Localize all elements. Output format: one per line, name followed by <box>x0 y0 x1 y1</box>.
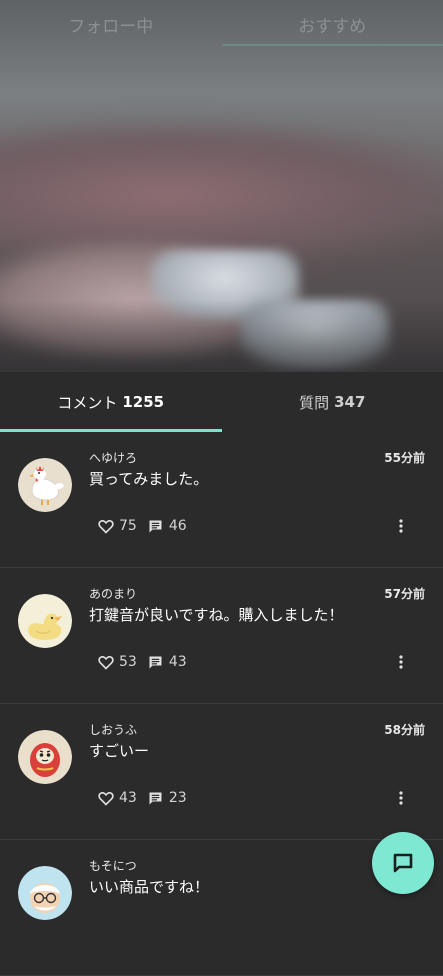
reply-count: 23 <box>169 790 187 806</box>
video-player[interactable]: フォロー中 おすすめ <box>0 0 443 372</box>
tab-comments[interactable]: コメント 1255 <box>0 372 222 432</box>
comment-time: 55分前 <box>384 449 425 466</box>
write-comment-button[interactable] <box>372 832 434 894</box>
like-count: 43 <box>119 790 137 806</box>
comment-username[interactable]: もそにつ <box>89 857 137 874</box>
comment-actions: 43 23 <box>97 788 197 808</box>
tab-questions-count: 347 <box>334 393 365 411</box>
comment-actions: 75 46 <box>97 516 197 536</box>
like-count: 53 <box>119 654 137 670</box>
avatar[interactable] <box>18 866 72 920</box>
avatar[interactable] <box>18 458 72 512</box>
comment-icon[interactable] <box>147 517 165 535</box>
tab-questions[interactable]: 質問 347 <box>222 372 443 432</box>
comment-icon[interactable] <box>147 653 165 671</box>
list-item: しおうふ 58分前 すごいー 43 23 <box>0 704 443 840</box>
rooster-avatar-icon <box>18 458 72 512</box>
comment-time: 57分前 <box>384 585 425 602</box>
more-vertical-icon[interactable] <box>395 516 407 536</box>
comment-text: 打鍵音が良いですね。購入しました！ <box>89 604 344 625</box>
comment-text: 買ってみました。 <box>89 468 208 489</box>
list-item: あのまり 57分前 打鍵音が良いですね。購入しました！ 53 43 <box>0 568 443 704</box>
tab-questions-label: 質問 <box>299 392 329 413</box>
reply-count: 43 <box>169 654 187 670</box>
comment-time: 58分前 <box>384 721 425 738</box>
avatar[interactable] <box>18 594 72 648</box>
duck-avatar-icon <box>18 594 72 648</box>
comment-list: へゆけろ 55分前 買ってみました。 75 46 <box>0 432 443 976</box>
more-vertical-icon[interactable] <box>395 652 407 672</box>
like-count: 75 <box>119 518 137 534</box>
video-shade <box>0 300 443 372</box>
comment-icon[interactable] <box>147 789 165 807</box>
tab-recommended[interactable]: おすすめ <box>222 0 443 48</box>
tab-comments-count: 1255 <box>122 393 164 411</box>
daruma-avatar-icon <box>18 730 72 784</box>
avatar[interactable] <box>18 730 72 784</box>
tab-comments-label: コメント <box>57 392 117 413</box>
comment-actions: 53 43 <box>97 652 197 672</box>
comment-username[interactable]: へゆけろ <box>89 449 137 466</box>
heart-outline-icon[interactable] <box>97 517 115 535</box>
heart-outline-icon[interactable] <box>97 653 115 671</box>
comment-text: いい商品ですね！ <box>89 876 209 897</box>
heart-outline-icon[interactable] <box>97 789 115 807</box>
feed-tabs: フォロー中 おすすめ <box>0 0 443 48</box>
chat-icon <box>392 852 414 874</box>
comment-tabs: コメント 1255 質問 347 <box>0 372 443 432</box>
comment-text: すごいー <box>89 740 149 761</box>
tab-following[interactable]: フォロー中 <box>0 0 222 48</box>
more-vertical-icon[interactable] <box>395 788 407 808</box>
comment-username[interactable]: あのまり <box>89 585 137 602</box>
reply-count: 46 <box>169 518 187 534</box>
old-man-avatar-icon <box>18 866 72 920</box>
list-item: へゆけろ 55分前 買ってみました。 75 46 <box>0 432 443 568</box>
comment-username[interactable]: しおうふ <box>89 721 137 738</box>
